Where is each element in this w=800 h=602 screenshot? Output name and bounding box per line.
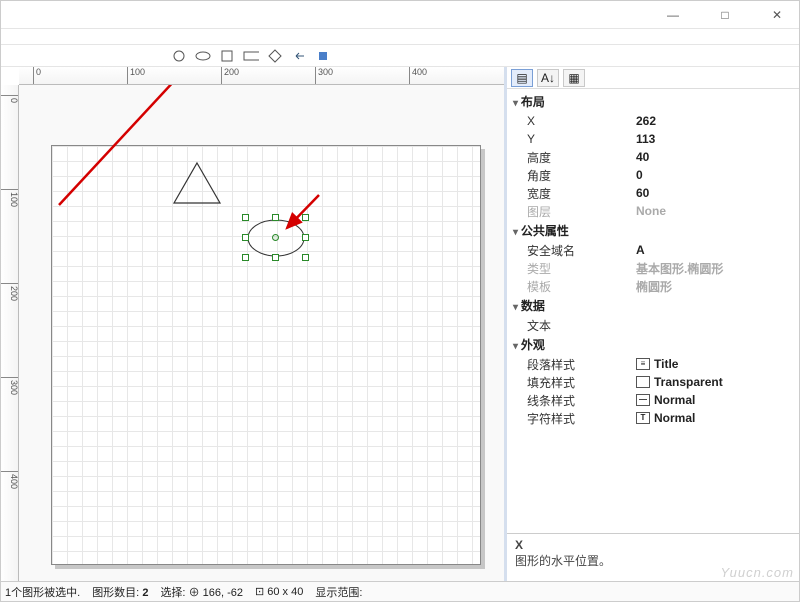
prop-row-fill[interactable]: 填充样式Transparent xyxy=(507,373,799,391)
section-data[interactable]: 数据 xyxy=(507,295,799,316)
ruler-tick: 400 xyxy=(409,67,427,85)
status-selection: 1个图形被选中. xyxy=(5,584,80,600)
ruler-tick: 0 xyxy=(33,67,41,85)
prop-row-x[interactable]: X262 xyxy=(507,112,799,130)
resize-handle-sw[interactable] xyxy=(242,254,249,261)
prop-row-line[interactable]: 线条样式—Normal xyxy=(507,391,799,409)
shape-rectangle-button[interactable] xyxy=(243,48,259,64)
ruler-vertical: 0 100 200 300 400 xyxy=(1,85,19,581)
shape-circle-button[interactable] xyxy=(171,48,187,64)
resize-handle-n[interactable] xyxy=(272,214,279,221)
resize-handle-se[interactable] xyxy=(302,254,309,261)
tab-alpha[interactable]: A↓ xyxy=(537,69,559,87)
shape-toolbar xyxy=(1,45,799,67)
status-range: 显示范围: xyxy=(315,584,362,600)
char-icon: T xyxy=(636,412,650,424)
line-icon: — xyxy=(636,394,650,406)
status-pick: 选择: ⊕ 166, -62 xyxy=(160,584,243,600)
ruler-tick: 0 xyxy=(1,95,19,103)
canvas[interactable] xyxy=(19,85,504,581)
titlebar: — □ ✕ xyxy=(1,1,799,29)
fill-icon xyxy=(636,376,650,388)
prop-row-angle[interactable]: 角度0 xyxy=(507,166,799,184)
main-body: 0 100 200 300 400 0 100 200 300 400 xyxy=(1,67,799,581)
window-minimize-button[interactable]: — xyxy=(659,5,687,25)
prop-row-y[interactable]: Y113 xyxy=(507,130,799,148)
rotate-handle[interactable] xyxy=(272,234,279,241)
status-count: 图形数目: 2 xyxy=(92,584,148,600)
panel-tabs: ▤ A↓ ▦ xyxy=(507,67,799,89)
selected-ellipse-shape[interactable] xyxy=(246,218,306,261)
page xyxy=(51,145,481,565)
properties-list: 布局 X262 Y113 高度40 角度0 宽度60 图层None 公共属性 安… xyxy=(507,89,799,533)
tab-pages[interactable]: ▦ xyxy=(563,69,585,87)
statusbar: 1个图形被选中. 图形数目: 2 选择: ⊕ 166, -62 ⊡ 60 x 4… xyxy=(1,581,799,601)
shape-square-button[interactable] xyxy=(219,48,235,64)
grid xyxy=(52,146,480,564)
prop-row-type: 类型基本图形.椭圆形 xyxy=(507,259,799,277)
ruler-tick: 300 xyxy=(315,67,333,85)
shape-ellipse-button[interactable] xyxy=(195,48,211,64)
prop-row-width[interactable]: 宽度60 xyxy=(507,184,799,202)
resize-handle-w[interactable] xyxy=(242,234,249,241)
ruler-tick: 200 xyxy=(1,283,19,301)
resize-handle-ne[interactable] xyxy=(302,214,309,221)
prop-row-layer: 图层None xyxy=(507,202,799,220)
shape-diamond-button[interactable] xyxy=(267,48,283,64)
ruler-tick: 200 xyxy=(221,67,239,85)
ruler-tick: 100 xyxy=(1,189,19,207)
ruler-tick: 400 xyxy=(1,471,19,489)
status-size: ⊡ 60 x 40 xyxy=(255,585,303,598)
app-window: — □ ✕ 0 100 200 300 400 0 100 200 xyxy=(0,0,800,602)
resize-handle-nw[interactable] xyxy=(242,214,249,221)
desc-name: X xyxy=(515,538,791,552)
ruler-tick: 100 xyxy=(127,67,145,85)
properties-panel: ▤ A↓ ▦ 布局 X262 Y113 高度40 角度0 宽度60 图层None… xyxy=(504,67,799,581)
shape-misc-button[interactable] xyxy=(315,48,331,64)
section-layout[interactable]: 布局 xyxy=(507,91,799,112)
prop-row-template: 模板椭圆形 xyxy=(507,277,799,295)
shape-arrow-button[interactable] xyxy=(291,48,307,64)
tab-categorized[interactable]: ▤ xyxy=(511,69,533,87)
section-common[interactable]: 公共属性 xyxy=(507,220,799,241)
resize-handle-e[interactable] xyxy=(302,234,309,241)
window-close-button[interactable]: ✕ xyxy=(763,5,791,25)
prop-row-height[interactable]: 高度40 xyxy=(507,148,799,166)
prop-row-text[interactable]: 文本 xyxy=(507,316,799,334)
watermark: Yuucn.com xyxy=(720,565,794,580)
window-maximize-button[interactable]: □ xyxy=(711,5,739,25)
prop-row-paragraph[interactable]: 段落样式≡Title xyxy=(507,355,799,373)
prop-row-domain[interactable]: 安全域名A xyxy=(507,241,799,259)
canvas-panel: 0 100 200 300 400 0 100 200 300 400 xyxy=(1,67,504,581)
ruler-tick: 300 xyxy=(1,377,19,395)
ruler-horizontal: 0 100 200 300 400 xyxy=(19,67,504,85)
resize-handle-s[interactable] xyxy=(272,254,279,261)
triangle-shape[interactable] xyxy=(172,161,222,205)
paragraph-icon: ≡ xyxy=(636,358,650,370)
menubar xyxy=(1,29,799,45)
section-appearance[interactable]: 外观 xyxy=(507,334,799,355)
prop-row-char[interactable]: 字符样式TNormal xyxy=(507,409,799,427)
